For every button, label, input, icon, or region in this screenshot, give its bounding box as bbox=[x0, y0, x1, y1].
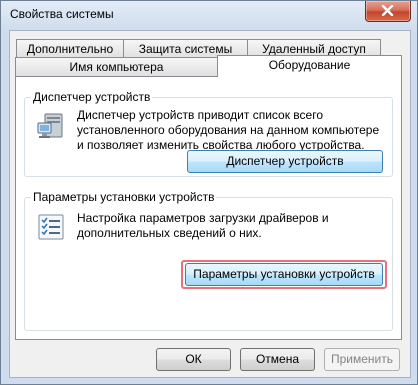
close-icon bbox=[381, 5, 394, 16]
ok-button[interactable]: ОК bbox=[156, 348, 231, 371]
system-properties-window: Свойства системы Дополнительно Защита си… bbox=[0, 0, 418, 385]
dialog-client-area: Дополнительно Защита системы Удаленный д… bbox=[9, 30, 411, 378]
device-manager-button[interactable]: Диспетчер устройств bbox=[187, 150, 383, 173]
window-title: Свойства системы bbox=[10, 7, 114, 21]
device-manager-description: Диспетчер устройств приводит список всег… bbox=[77, 108, 380, 152]
tab-advanced[interactable]: Дополнительно bbox=[16, 39, 124, 58]
device-manager-icon bbox=[37, 113, 63, 138]
hardware-tab-panel: Диспетчер устройств Диспетчер устройств … bbox=[15, 76, 402, 340]
install-settings-button[interactable]: Параметры установки устройств bbox=[185, 263, 383, 286]
close-button[interactable] bbox=[365, 1, 411, 22]
install-settings-group: Параметры установки устройств Настройка … bbox=[24, 190, 393, 331]
tab-computer-name[interactable]: Имя компьютера bbox=[15, 57, 218, 76]
device-manager-legend: Диспетчер устройств bbox=[31, 90, 153, 104]
apply-button[interactable]: Применить bbox=[324, 348, 400, 371]
checklist-icon bbox=[38, 214, 64, 240]
install-settings-description: Настройка параметров загрузки драйверов … bbox=[77, 211, 329, 240]
cancel-button[interactable]: Отмена bbox=[240, 348, 315, 371]
tab-hardware[interactable]: Оборудование bbox=[217, 55, 402, 77]
install-settings-legend: Параметры установки устройств bbox=[31, 190, 217, 204]
device-manager-group: Диспетчер устройств Диспетчер устройств … bbox=[24, 90, 393, 177]
